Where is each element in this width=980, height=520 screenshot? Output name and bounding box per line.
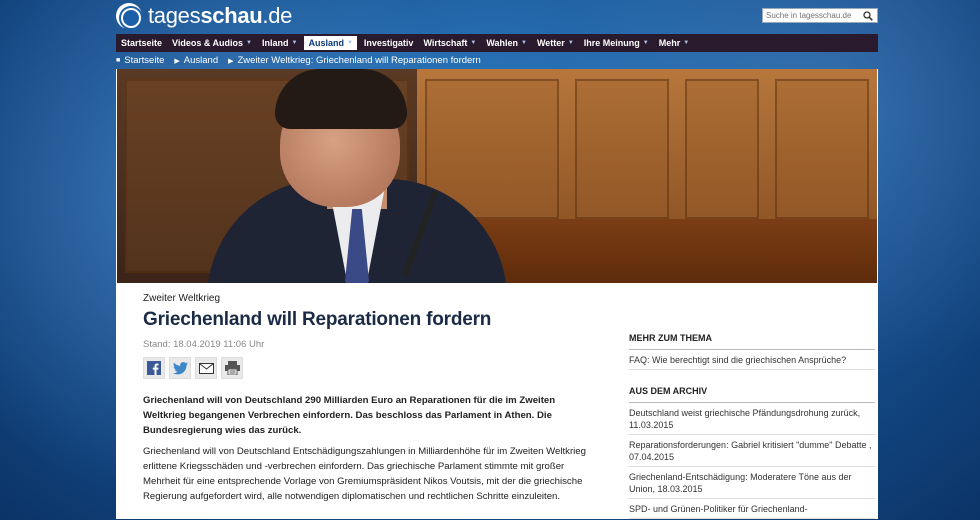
- article-lead: Griechenland will von Deutschland 290 Mi…: [143, 395, 556, 436]
- article-topline: Zweiter Weltkrieg: [143, 293, 221, 304]
- related-title: Mehr zum Thema: [629, 333, 875, 350]
- article: Zweiter Weltkrieg Griechenland will Repa…: [143, 293, 593, 504]
- breadcrumb-label: Zweiter Weltkrieg: Griechenland will Rep…: [237, 55, 481, 66]
- chevron-down-icon: ▼: [346, 40, 353, 46]
- print-icon[interactable]: [221, 357, 243, 379]
- search-icon[interactable]: [861, 9, 875, 22]
- breadcrumb: ■ Startseite ▶ Ausland ▶ Zweiter Weltkrieg: G…: [116, 52, 878, 69]
- sidebar-link[interactable]: Griechenland-Entschädigung: Moderatere T…: [629, 467, 875, 499]
- nav-item-ihre-meinung[interactable]: Ihre Meinung ▼: [579, 34, 654, 52]
- main-navigation: Startseite Videos & Audios ▼ Inland ▼ Ausland…: [116, 34, 878, 52]
- breadcrumb-label: Ausland: [183, 55, 219, 66]
- page-wrapper: tagesschau.de StartseiteVideos & Audios▼…: [116, 0, 878, 519]
- chevron-down-icon: ▼: [683, 40, 690, 46]
- site-logo[interactable]: tagesschau.de: [116, 3, 292, 29]
- breadcrumb-item[interactable]: ▶ Zweiter Weltkrieg: Griechenland will Re…: [228, 55, 481, 66]
- sidebar-link[interactable]: FAQ: Wie berechtigt sind die griechische…: [629, 350, 875, 370]
- nav-item-label: Wahlen: [486, 38, 519, 48]
- breadcrumb-item[interactable]: ▶ Ausland: [174, 55, 218, 66]
- article-headline: Griechenland will Reparationen fordern: [143, 309, 492, 330]
- nav-item-label: Ausland: [308, 38, 344, 48]
- speaker-hair: [275, 69, 407, 129]
- header: tagesschau.de: [116, 0, 878, 34]
- sidebar-link[interactable]: SPD- und Grünen-Politiker für Griechenla…: [629, 499, 875, 519]
- article-body: Griechenland will von Deutschland Entsch…: [143, 446, 586, 502]
- facebook-share-icon[interactable]: [143, 357, 165, 379]
- search-box: [762, 8, 878, 23]
- logo-text: tagesschau.de: [148, 3, 293, 28]
- archive-title: Aus dem Archiv: [629, 386, 875, 403]
- content-area: Zweiter Weltkrieg Griechenland will Repa…: [116, 69, 878, 519]
- nav-item-label: Inland: [262, 38, 289, 48]
- arrow-right-icon: ▶: [174, 57, 180, 65]
- chevron-down-icon: ▼: [291, 40, 298, 46]
- nav-item-wirtschaft[interactable]: Wirtschaft ▼: [418, 34, 481, 52]
- nav-item-inland[interactable]: Inland ▼: [257, 34, 302, 52]
- breadcrumb-item[interactable]: ■ Startseite: [116, 55, 164, 66]
- twitter-share-icon[interactable]: [169, 357, 191, 379]
- nav-item-wetter[interactable]: Wetter ▼: [532, 34, 579, 52]
- nav-item-label: Wirtschaft: [423, 38, 468, 48]
- email-share-icon[interactable]: [195, 357, 217, 379]
- chevron-down-icon: ▼: [246, 40, 252, 46]
- nav-item-label: Mehr: [658, 38, 681, 48]
- sidebar-link[interactable]: Reparationsforderungen: Gabriel kritisie…: [629, 435, 875, 467]
- breadcrumb-label: Startseite: [124, 55, 165, 66]
- chevron-down-icon: ▼: [642, 40, 649, 46]
- nav-item-label: Startseite: [121, 38, 163, 48]
- wood-panel: [677, 69, 767, 229]
- nav-item-ausland[interactable]: Ausland ▼: [304, 36, 357, 50]
- chevron-down-icon: ▼: [567, 40, 574, 46]
- nav-item-videos-audios[interactable]: Videos & Audios ▼: [167, 34, 257, 52]
- tagesschau-logo-icon: [116, 3, 142, 29]
- home-square-icon: ■: [116, 57, 121, 64]
- wood-panel: [767, 69, 877, 229]
- chevron-down-icon: ▼: [470, 40, 477, 46]
- share-bar: [143, 357, 593, 379]
- archive-section: Aus dem Archiv Deutschland weist griechi…: [629, 386, 875, 519]
- nav-item-label: Ihre Meinung: [583, 38, 640, 48]
- sidebar-link[interactable]: Deutschland weist griechische Pfändungsd…: [629, 403, 875, 435]
- nav-item-mehr[interactable]: Mehr ▼: [654, 34, 694, 52]
- nav-item-startseite[interactable]: Startseite: [116, 34, 167, 52]
- nav-item-label: Investigativ: [363, 38, 414, 48]
- nav-item-label: Wetter: [536, 38, 565, 48]
- nav-item-label: Videos & Audios: [172, 38, 244, 48]
- related-section: Mehr zum Thema FAQ: Wie berechtigt sind …: [629, 333, 875, 370]
- desk: [457, 219, 877, 283]
- search-input[interactable]: [763, 11, 861, 20]
- nav-item-wahlen[interactable]: Wahlen ▼: [481, 34, 532, 52]
- article-timestamp: Stand: 18.04.2019 11:06 Uhr: [143, 339, 265, 350]
- nav-item-investigativ[interactable]: Investigativ: [359, 34, 419, 52]
- wood-panel: [567, 69, 677, 229]
- article-hero-image: [117, 69, 877, 283]
- sidebar: Mehr zum Thema FAQ: Wie berechtigt sind …: [629, 333, 875, 520]
- arrow-right-icon: ▶: [228, 57, 234, 65]
- chevron-down-icon: ▼: [521, 40, 527, 46]
